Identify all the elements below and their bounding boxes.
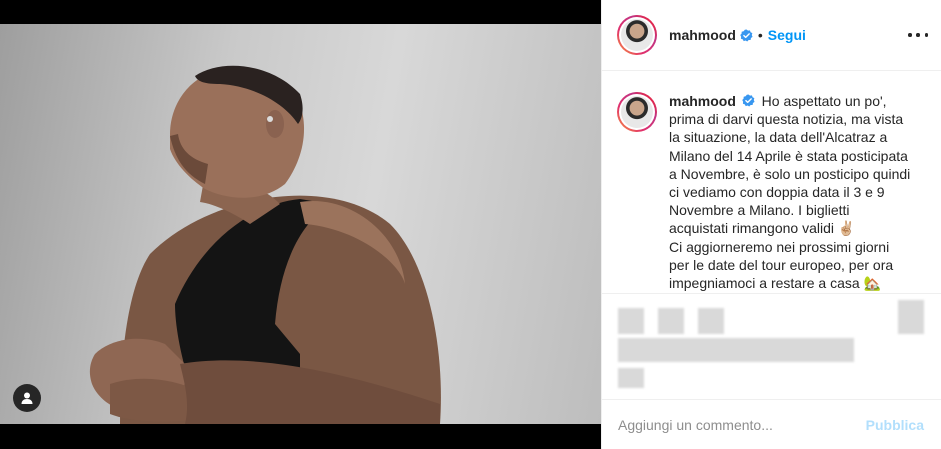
caption-verified-badge-icon: [742, 94, 755, 107]
more-options-icon[interactable]: [908, 25, 928, 45]
caption-line: ci vediamo con doppia data il 3 e 9: [669, 184, 885, 201]
caption-line: acquistati rimangono validi ✌🏼: [669, 220, 856, 237]
blurred-block: [698, 308, 724, 334]
publish-button[interactable]: Pubblica: [866, 417, 924, 433]
caption-line: prima di darvi questa notizia, ma vista: [669, 111, 904, 128]
caption-line: impegniamoci a restare a casa 🏡: [669, 275, 881, 292]
blurred-block: [618, 368, 644, 388]
post-header: mahmood • Segui: [602, 0, 941, 71]
blurred-block: [618, 338, 854, 362]
comment-input[interactable]: [618, 416, 866, 433]
caption-avatar[interactable]: [617, 92, 657, 132]
caption-line: Ho aspettato un po',: [761, 93, 887, 109]
caption-line: Ci aggiorneremo nei prossimi giorni: [669, 238, 890, 255]
follow-button[interactable]: Segui: [768, 27, 806, 43]
blurred-block: [658, 308, 684, 334]
post-photo: [0, 24, 601, 424]
comment-bar: Pubblica: [602, 399, 941, 449]
caption-section: mahmood Ho aspettato un po', prima di da…: [602, 72, 941, 292]
blurred-actions-area: [602, 293, 941, 399]
caption-line: la situazione, la data dell'Alcatraz a: [669, 129, 888, 146]
post-media: [0, 0, 601, 449]
caption-line: per le date del tour europeo, per ora: [669, 256, 894, 273]
caption-line: Novembre a Milano. I biglietti: [669, 202, 850, 219]
user-tags-button[interactable]: [13, 384, 41, 412]
blurred-block: [618, 308, 644, 334]
caption-line: a Novembre, è solo un posticipo quindi: [669, 165, 911, 182]
blurred-block: [898, 300, 924, 334]
user-tags-icon: [21, 392, 33, 404]
verified-badge-icon: [740, 28, 753, 41]
post-username[interactable]: mahmood: [669, 27, 736, 43]
photo-illustration: [89, 65, 441, 424]
caption-text: mahmood Ho aspettato un po', prima di da…: [669, 92, 926, 292]
caption-line: Milano del 14 Aprile è stata posticipata: [669, 147, 908, 164]
avatar[interactable]: [617, 15, 657, 55]
separator-dot: •: [757, 27, 763, 43]
post-side-panel: mahmood • Segui mahmood Ho aspettato un …: [601, 0, 941, 449]
caption-username[interactable]: mahmood: [669, 93, 736, 109]
